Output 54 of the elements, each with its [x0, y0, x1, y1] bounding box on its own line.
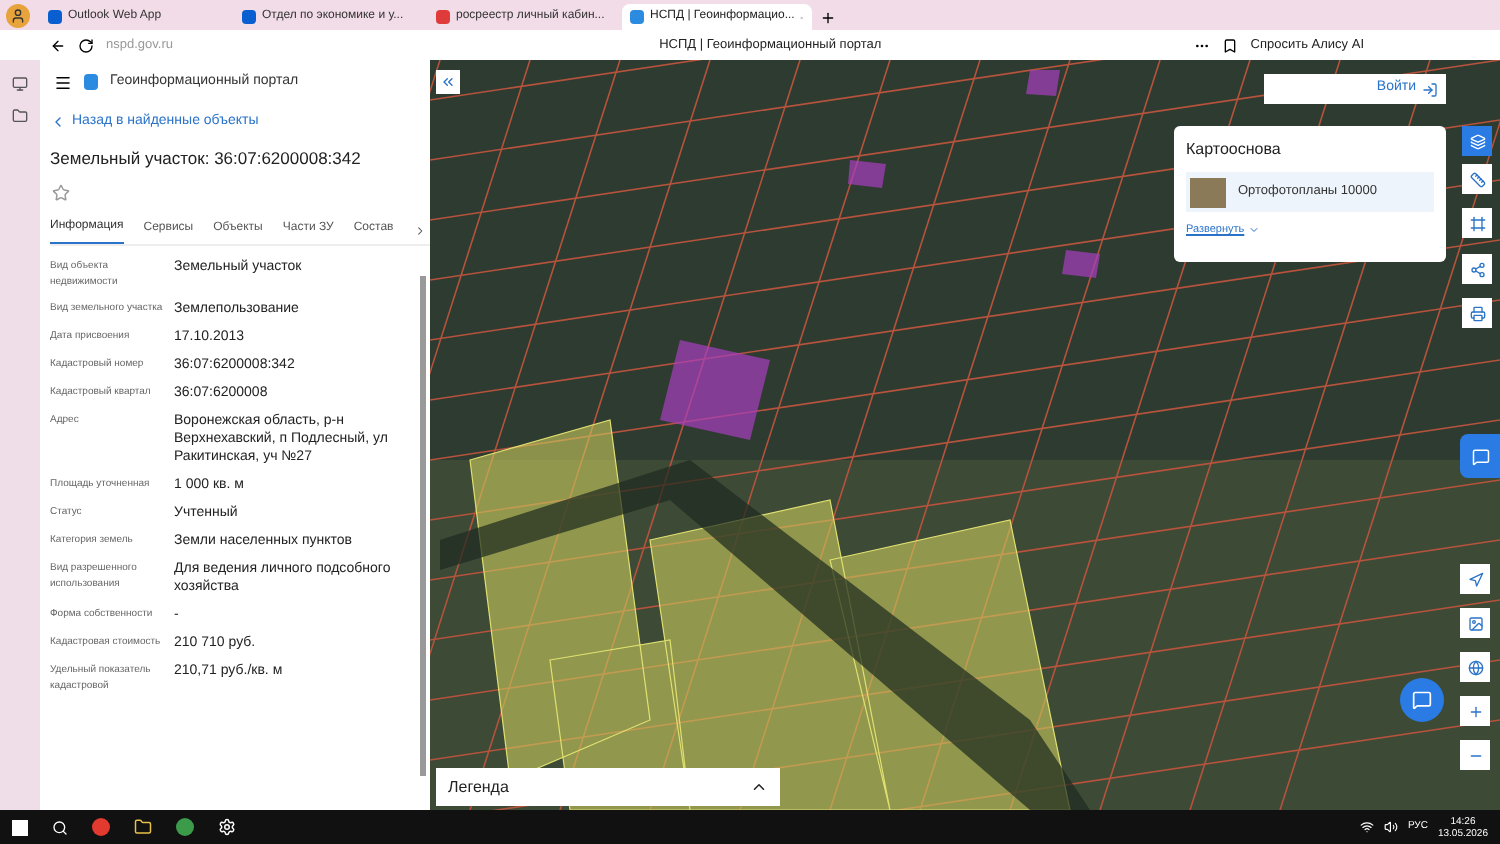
scrollbar-thumb[interactable] [420, 276, 426, 776]
folder-icon[interactable] [134, 818, 152, 836]
print-icon [1469, 305, 1485, 321]
legend-button[interactable]: Легенда [436, 768, 780, 806]
locate-button[interactable] [1460, 564, 1490, 594]
navigation-arrow-icon [1467, 571, 1483, 587]
chevron-up-icon [750, 778, 768, 796]
menu-icon[interactable] [54, 73, 72, 91]
zoom-out-button[interactable] [1460, 740, 1490, 770]
picture-icon [1467, 615, 1483, 631]
star-icon[interactable] [52, 184, 70, 203]
site-icon [242, 10, 256, 24]
chat-tab-button[interactable] [1460, 434, 1500, 478]
print-button[interactable] [1462, 298, 1492, 328]
chat-icon [1471, 447, 1489, 465]
frame-icon [1469, 215, 1485, 231]
object-title: Земельный участок: 36:07:6200008:342 [50, 145, 363, 171]
globe-button[interactable] [1460, 652, 1490, 682]
share-icon [1469, 261, 1485, 277]
windows-start-icon[interactable] [12, 819, 28, 835]
chat-icon [1412, 690, 1432, 710]
network-icon[interactable] [1359, 820, 1374, 834]
new-tab-icon[interactable] [820, 10, 836, 26]
ruler-icon [1469, 171, 1485, 187]
layers-button[interactable] [1462, 126, 1492, 156]
layers-icon [1469, 133, 1485, 149]
site-icon [630, 10, 644, 24]
chevron-down-icon [1248, 224, 1261, 237]
settings-icon[interactable] [218, 818, 236, 836]
login-icon [1422, 81, 1438, 97]
collapse-panel-button[interactable] [436, 70, 460, 94]
bookmark-icon[interactable] [1222, 37, 1239, 53]
plus-icon [1467, 703, 1483, 719]
scroll-right-icon[interactable] [413, 224, 426, 239]
volume-icon[interactable] [1383, 820, 1398, 834]
portal-logo-icon [84, 74, 98, 90]
basemap-title: Картооснова [1186, 138, 1283, 162]
back-icon[interactable] [50, 37, 66, 53]
globe-icon [1467, 659, 1483, 675]
double-chevron-icon [440, 74, 456, 90]
search-icon[interactable] [52, 819, 68, 835]
layer-thumbnail [1190, 177, 1226, 207]
frame-button[interactable] [1462, 208, 1492, 238]
profile-icon[interactable] [6, 4, 30, 28]
site-icon [436, 10, 450, 24]
site-icon [48, 10, 62, 24]
share-button[interactable] [1462, 254, 1492, 284]
sidebar-icon[interactable] [12, 76, 28, 92]
chevron-left-icon [50, 114, 66, 131]
reload-icon[interactable] [78, 37, 94, 53]
picture-button[interactable] [1460, 608, 1490, 638]
zoom-in-button[interactable] [1460, 696, 1490, 726]
sidebar-icon[interactable] [12, 108, 28, 124]
ruler-button[interactable] [1462, 164, 1492, 194]
